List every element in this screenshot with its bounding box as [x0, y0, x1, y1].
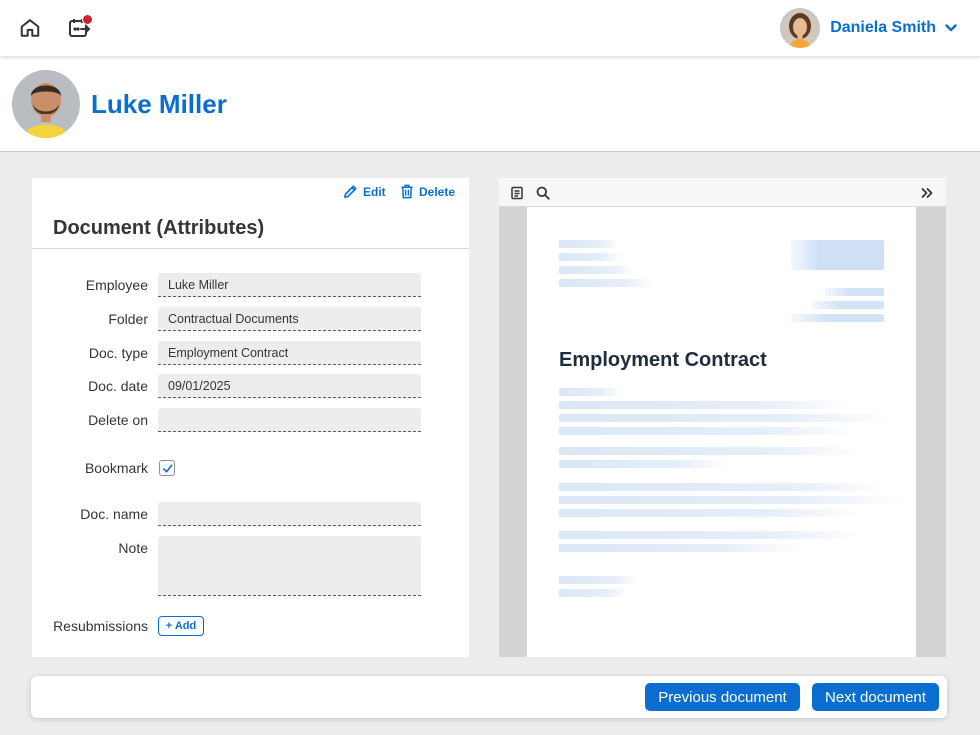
edit-button[interactable]: Edit	[343, 184, 386, 199]
viewer-toolbar	[499, 178, 946, 207]
text-placeholder	[559, 266, 634, 274]
text-placeholder	[559, 496, 904, 504]
notification-dot	[82, 14, 93, 25]
text-placeholder	[559, 531, 859, 539]
previous-document-button[interactable]: Previous document	[645, 683, 800, 711]
pencil-icon	[344, 185, 357, 198]
folder-field[interactable]: Contractual Documents	[158, 307, 421, 331]
home-button[interactable]	[16, 14, 44, 42]
user-menu[interactable]: Daniela Smith	[780, 8, 958, 48]
double-chevron-right-icon	[921, 188, 933, 198]
text-placeholder	[559, 240, 619, 248]
shell-bar: Daniela Smith	[0, 0, 980, 56]
document-heading: Employment Contract	[559, 349, 767, 371]
delete-label: Delete	[419, 184, 456, 199]
employee-field[interactable]: Luke Miller	[158, 273, 421, 297]
document-outline-button[interactable]	[508, 184, 526, 202]
resubmissions-label: Resubmissions	[53, 618, 148, 634]
delete-on-field[interactable]	[158, 408, 421, 432]
home-icon	[20, 19, 40, 37]
delete-on-label: Delete on	[88, 412, 148, 428]
edit-label: Edit	[363, 184, 386, 199]
folder-label: Folder	[108, 311, 148, 327]
object-header: Luke Miller	[0, 56, 980, 152]
document-viewer: Employment Contract	[499, 178, 946, 657]
text-placeholder	[559, 427, 854, 435]
employee-label: Employee	[85, 277, 148, 293]
chevron-down-icon	[945, 24, 957, 32]
text-placeholder	[559, 483, 889, 491]
trash-icon	[401, 184, 413, 199]
doc-date-label: Doc. date	[88, 378, 148, 394]
doc-name-field[interactable]	[158, 502, 421, 526]
delete-button[interactable]: Delete	[400, 184, 455, 199]
text-placeholder	[559, 279, 654, 287]
user-name: Daniela Smith	[830, 19, 936, 36]
expand-button[interactable]	[918, 184, 936, 202]
text-placeholder	[559, 253, 621, 261]
doc-name-label: Doc. name	[80, 506, 148, 522]
calendar-button[interactable]	[65, 14, 93, 42]
logo-placeholder	[791, 240, 884, 270]
add-resubmission-button[interactable]: + Add	[158, 616, 204, 636]
text-placeholder	[559, 388, 621, 396]
text-placeholder	[559, 401, 849, 409]
note-field[interactable]	[158, 536, 421, 596]
page-title: Luke Miller	[91, 89, 227, 119]
panel-divider	[32, 248, 469, 249]
doc-date-field[interactable]: 09/01/2025	[158, 374, 421, 398]
panel-title: Document (Attributes)	[53, 217, 265, 239]
employee-avatar	[12, 70, 80, 138]
footer-toolbar: Previous document Next document	[31, 676, 947, 718]
text-placeholder	[559, 447, 859, 455]
bookmark-checkbox[interactable]	[159, 460, 175, 476]
text-placeholder	[825, 288, 884, 296]
search-button[interactable]	[534, 184, 552, 202]
text-placeholder	[559, 589, 627, 597]
text-placeholder	[559, 460, 729, 468]
document-page: Employment Contract	[527, 207, 916, 657]
text-placeholder	[811, 301, 884, 309]
attributes-panel: Edit Delete Document (Attributes) Employ…	[32, 178, 469, 657]
text-placeholder	[559, 544, 799, 552]
bookmark-label: Bookmark	[84, 460, 148, 476]
checkmark-icon	[162, 463, 172, 473]
text-placeholder	[791, 314, 884, 322]
next-document-button[interactable]: Next document	[812, 683, 939, 711]
text-placeholder	[559, 576, 639, 584]
attributes-toolbar: Edit Delete	[32, 178, 469, 206]
document-list-icon	[511, 186, 523, 200]
doc-type-label: Doc. type	[88, 345, 148, 361]
text-placeholder	[559, 414, 889, 422]
search-icon	[536, 186, 550, 200]
note-label: Note	[118, 540, 148, 556]
user-avatar	[780, 8, 821, 48]
text-placeholder	[559, 509, 859, 517]
doc-type-field[interactable]: Employment Contract	[158, 341, 421, 365]
